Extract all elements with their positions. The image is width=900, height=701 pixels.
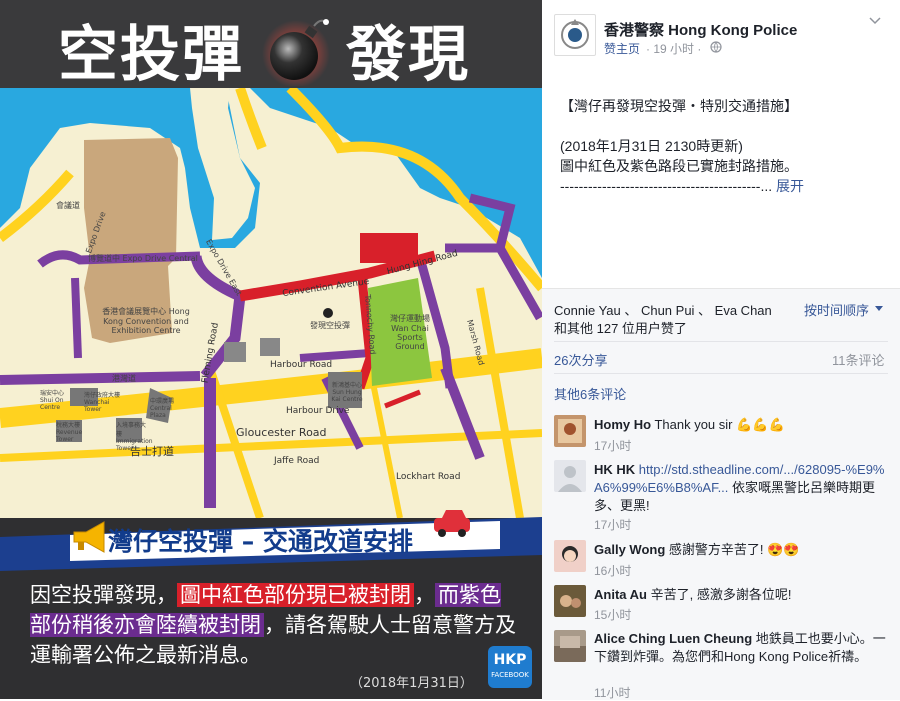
likers-line-1[interactable]: Connie Yau 、 Chun Pui 、 Eva Chan bbox=[554, 300, 772, 319]
shares-link[interactable]: 26次分享 bbox=[554, 350, 607, 369]
sponsor-link[interactable]: 赞主页 bbox=[604, 40, 640, 57]
map-label-hkcec: 香港會議展覽中心 Hong Kong Convention and Exhibi… bbox=[102, 307, 190, 335]
poster-image: 空投彈 發現 Expo Drive 博覽道中 Expo Drive Centra… bbox=[0, 0, 542, 699]
divider bbox=[554, 341, 888, 342]
facebook-post-panel: 香港警察 Hong Kong Police 赞主页 · 19 小时 · 【灣仔再… bbox=[542, 0, 900, 701]
page-name-link[interactable]: 香港警察 Hong Kong Police bbox=[604, 19, 797, 40]
page-avatar[interactable] bbox=[554, 14, 596, 56]
bomb-icon bbox=[262, 19, 330, 86]
avatar[interactable] bbox=[554, 415, 586, 447]
poster-title-right: 發現 bbox=[346, 20, 470, 90]
closure-description: 因空投彈發現， 圖中紅色部份現已被封閉，而紫色部份稍後亦會陸續被封閉 ，請各駕駛人士… bbox=[30, 580, 520, 670]
chevron-down-icon[interactable] bbox=[868, 16, 882, 26]
map-label-expo-central: 博覽道中 Expo Drive Central bbox=[88, 254, 198, 263]
road-closure-map: Expo Drive 博覽道中 Expo Drive Central Expo … bbox=[0, 88, 542, 518]
map-label-revenue: 稅務大樓 Revenue Tower bbox=[56, 422, 83, 443]
comment-author[interactable]: Alice Ching Luen Cheung bbox=[594, 631, 752, 646]
avatar[interactable] bbox=[554, 585, 586, 617]
post-update-time: (2018年1月31日 2130時更新) bbox=[560, 138, 743, 154]
map-label-expo-cn: 會議道 bbox=[56, 201, 80, 210]
comment-body: 感謝警方辛苦了! 😍😍 bbox=[668, 542, 800, 557]
closed-block bbox=[360, 233, 418, 263]
banner-title: 灣仔空投彈 – 交通改道安排 bbox=[108, 527, 413, 556]
divider bbox=[554, 373, 888, 374]
badge-bottom: FACEBOOK bbox=[491, 671, 529, 679]
map-label-wanchai-tower: 灣仔政府大樓 Wanchai Tower bbox=[84, 392, 121, 413]
map-label-lockhart: Lockhart Road bbox=[396, 472, 461, 482]
comment-author[interactable]: Gally Wong bbox=[594, 542, 665, 557]
map-label-gloucester: Gloucester Road bbox=[236, 426, 327, 439]
comment-text: Homy Ho Thank you sir 💪💪💪 bbox=[594, 416, 894, 434]
comment-author[interactable]: Homy Ho bbox=[594, 417, 651, 432]
comment-time[interactable]: 16小时 bbox=[594, 562, 631, 579]
post-dashes: ----------------------------------------… bbox=[560, 178, 773, 194]
map-label-convention-cn: 港灣道 bbox=[112, 374, 136, 383]
more-comments-link[interactable]: 其他6条评论 bbox=[554, 384, 626, 403]
post-body: 【灣仔再發現空投彈‧特別交通措施】 (2018年1月31日 2130時更新) 圖… bbox=[560, 96, 890, 196]
comment-body: 辛苦了, 感激多謝各位呢! bbox=[650, 587, 792, 602]
comment-text: HK HK http://std.stheadline.com/.../6280… bbox=[594, 461, 890, 515]
poster-title-left: 空投彈 bbox=[58, 20, 244, 90]
megaphone-icon bbox=[73, 521, 105, 553]
comment-time[interactable]: 17小时 bbox=[594, 437, 631, 454]
comment-text: Gally Wong 感謝警方辛苦了! 😍😍 bbox=[594, 541, 894, 559]
avatar[interactable] bbox=[554, 460, 586, 492]
map-graphic bbox=[0, 88, 542, 518]
likers-line-2[interactable]: 和其他 127 位用户赞了 bbox=[554, 318, 687, 337]
police-badge-icon bbox=[561, 19, 589, 49]
desc-part-1: 因空投彈發現， bbox=[30, 583, 177, 607]
comment-text: Alice Ching Luen Cheung 地鉄員工也要小心。一下鑽到炸彈。… bbox=[594, 630, 886, 666]
map-label-shk: 新鴻基中心 Sun Hung Kai Centre bbox=[331, 382, 363, 403]
globe-icon bbox=[710, 41, 722, 53]
map-label-harbour-road: Harbour Road bbox=[270, 360, 333, 370]
map-label-bomb-site: 發現空投彈 bbox=[310, 321, 350, 330]
default-avatar-icon bbox=[558, 466, 582, 492]
sort-caret-icon bbox=[875, 306, 883, 311]
map-label-stadium: 灣仔運動場 Wan Chai Sports Ground bbox=[390, 314, 430, 351]
badge-top: HKP bbox=[493, 652, 527, 668]
poster-date: （2018年1月31日） bbox=[350, 676, 473, 691]
avatar[interactable] bbox=[554, 630, 586, 662]
map-label-harbour-drive: Harbour Drive bbox=[286, 406, 350, 416]
expand-link[interactable]: 展开 bbox=[776, 178, 804, 194]
desc-red-highlight: 圖中紅色部份現已被封閉 bbox=[177, 583, 414, 607]
comment-time[interactable]: 11小时 bbox=[594, 684, 630, 701]
post-headline: 【灣仔再發現空投彈‧特別交通措施】 bbox=[560, 98, 798, 114]
desc-part-2: ， bbox=[414, 583, 435, 607]
map-label-central-plaza: 中環廣場 Central Plaza bbox=[150, 398, 175, 419]
comment-body: Thank you sir 💪💪💪 bbox=[654, 417, 785, 432]
bomb-site-marker bbox=[323, 308, 333, 318]
comment-author[interactable]: Anita Au bbox=[594, 587, 647, 602]
map-label-immigration: 入境事務大樓 Immigration Tower bbox=[116, 422, 153, 452]
comment-time[interactable]: 15小时 bbox=[594, 606, 631, 623]
comments-count[interactable]: 11条评论 bbox=[832, 350, 885, 369]
comment-author[interactable]: HK HK bbox=[594, 462, 635, 477]
map-label-jaffe: Jaffe Road bbox=[274, 456, 320, 466]
poster-title-bar: 空投彈 發現 bbox=[0, 0, 542, 90]
map-label-shui-on: 瑞安中心 Shui On Centre bbox=[40, 390, 65, 411]
avatar[interactable] bbox=[554, 540, 586, 572]
car-icon bbox=[434, 510, 470, 537]
comment-time[interactable]: 17小时 bbox=[594, 516, 631, 533]
post-time[interactable]: · 19 小时 · bbox=[646, 40, 701, 57]
hkp-facebook-badge: HKP FACEBOOK bbox=[488, 646, 532, 688]
comment-text: Anita Au 辛苦了, 感激多謝各位呢! bbox=[594, 586, 894, 604]
post-text: 圖中紅色及紫色路段已實施封路措施。 bbox=[560, 158, 798, 174]
sort-order-button[interactable]: 按时间顺序 bbox=[804, 300, 869, 319]
